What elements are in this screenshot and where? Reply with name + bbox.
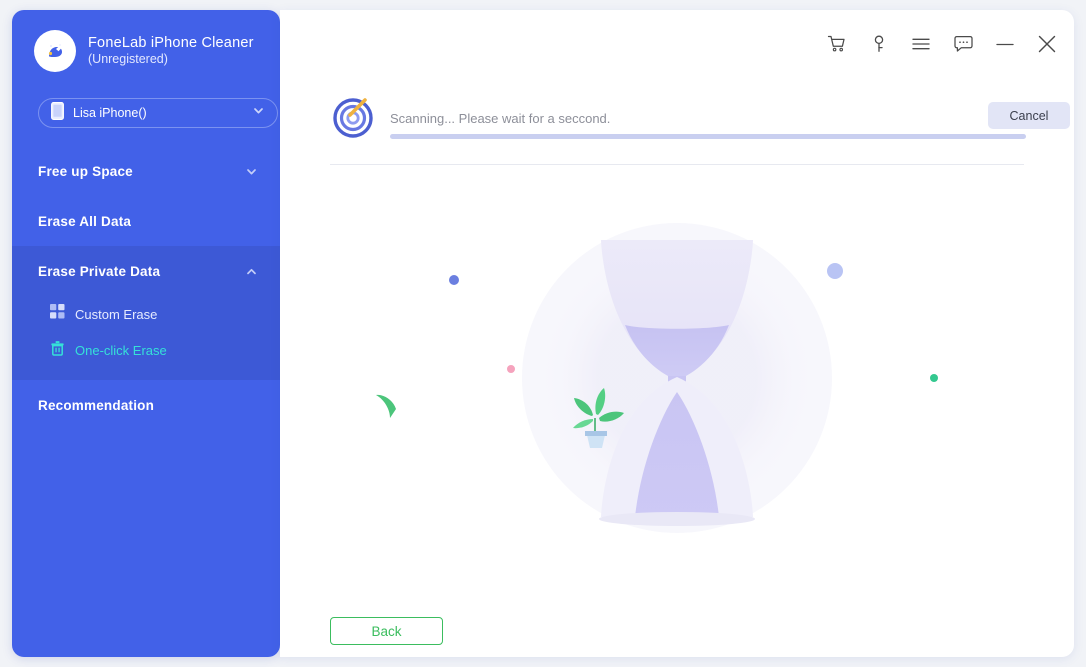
- dot-blue-left: [449, 275, 459, 285]
- sidebar-item-recommendation[interactable]: Recommendation: [12, 380, 280, 430]
- nav-group-free-up-space: Free up Space: [12, 146, 280, 196]
- sidebar-item-label: One-click Erase: [75, 342, 167, 358]
- sidebar-item-label: Custom Erase: [75, 306, 158, 322]
- sidebar-nav: Free up Space Erase All Data Erase Priva…: [12, 146, 280, 430]
- chevron-up-icon: [245, 265, 258, 278]
- minimize-icon[interactable]: [992, 31, 1018, 57]
- nav-sublist: Custom Erase One-click Erase: [12, 296, 280, 380]
- sidebar-item-label: Erase Private Data: [38, 263, 161, 279]
- sidebar: FoneLab iPhone Cleaner (Unregistered) Li…: [12, 10, 280, 657]
- sidebar-item-erase-all-data[interactable]: Erase All Data: [12, 196, 280, 246]
- dot-lavender-right: [827, 263, 843, 279]
- key-icon[interactable]: [866, 31, 892, 57]
- brand: FoneLab iPhone Cleaner (Unregistered): [34, 30, 254, 72]
- main-panel: Scanning... Please wait for a seccond. C…: [280, 10, 1074, 657]
- sidebar-item-label: Free up Space: [38, 163, 133, 179]
- section-divider: [330, 164, 1024, 165]
- trash-icon: [50, 340, 65, 361]
- dot-pink: [507, 365, 515, 373]
- chevron-down-icon: [252, 104, 265, 122]
- close-icon[interactable]: [1034, 31, 1060, 57]
- titlebar: [824, 24, 1060, 64]
- sidebar-item-label: Recommendation: [38, 397, 155, 413]
- nav-group-recommendation: Recommendation: [12, 380, 280, 430]
- device-selector[interactable]: Lisa iPhone(): [38, 98, 278, 128]
- app-title: FoneLab iPhone Cleaner: [88, 35, 254, 52]
- cart-icon[interactable]: [824, 31, 850, 57]
- broom-logo-icon: [34, 30, 76, 72]
- sidebar-item-custom-erase[interactable]: Custom Erase: [12, 296, 280, 332]
- chevron-down-icon: [245, 165, 258, 178]
- cancel-button[interactable]: Cancel: [988, 102, 1070, 129]
- application-window: FoneLab iPhone Cleaner (Unregistered) Li…: [0, 0, 1086, 667]
- chat-icon[interactable]: [950, 31, 976, 57]
- back-button[interactable]: Back: [330, 617, 443, 645]
- device-name: Lisa iPhone(): [73, 106, 147, 120]
- scan-status-text: Scanning... Please wait for a seccond.: [390, 111, 611, 126]
- license-status: (Unregistered): [88, 52, 168, 67]
- scan-progress-fill: [390, 134, 1026, 139]
- menu-icon[interactable]: [908, 31, 934, 57]
- sidebar-item-label: Erase All Data: [38, 213, 132, 229]
- scan-progress-bar[interactable]: [390, 134, 1026, 139]
- phone-icon: [51, 101, 64, 125]
- sidebar-item-erase-private-data[interactable]: Erase Private Data: [12, 246, 280, 296]
- scan-status-row: Scanning... Please wait for a seccond. C…: [330, 85, 1070, 145]
- sidebar-item-free-up-space[interactable]: Free up Space: [12, 146, 280, 196]
- grid-squares-icon: [50, 304, 65, 324]
- sidebar-item-one-click-erase[interactable]: One-click Erase: [12, 332, 280, 368]
- nav-group-erase-private-data: Erase Private Data Custom Erase One-clic…: [12, 246, 280, 380]
- hourglass-with-plant-illustration: [280, 180, 1074, 580]
- radar-target-icon: [330, 93, 376, 139]
- nav-group-erase-all-data: Erase All Data: [12, 196, 280, 246]
- dot-green: [930, 374, 938, 382]
